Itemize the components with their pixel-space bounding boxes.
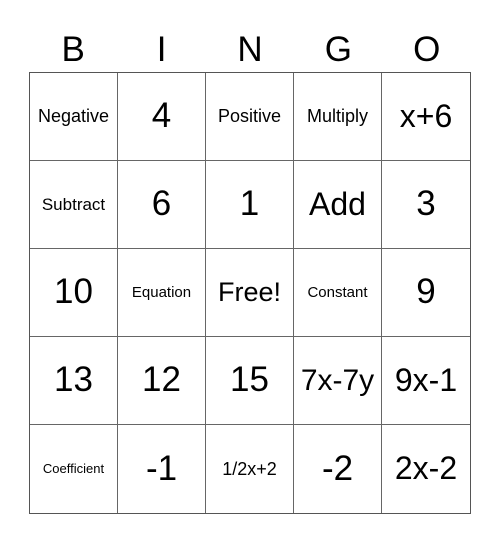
bingo-cell[interactable]: 4	[118, 73, 206, 161]
bingo-cell[interactable]: x+6	[382, 73, 470, 161]
bingo-cell[interactable]: 2x-2	[382, 425, 470, 513]
bingo-cell[interactable]: -2	[294, 425, 382, 513]
bingo-cell[interactable]: Coefficient	[30, 425, 118, 513]
bingo-cell[interactable]: Negative	[30, 73, 118, 161]
bingo-grid: Negative 4 Positive Multiply x+6 Subtrac…	[29, 72, 471, 514]
bingo-header: B I N G O	[29, 28, 471, 72]
bingo-cell[interactable]: -1	[118, 425, 206, 513]
header-letter-n: N	[237, 30, 263, 69]
bingo-cell[interactable]: 13	[30, 337, 118, 425]
bingo-cell-free[interactable]: Free!	[206, 249, 294, 337]
header-letter-g: G	[324, 30, 352, 69]
bingo-cell[interactable]: 15	[206, 337, 294, 425]
bingo-cell[interactable]: 12	[118, 337, 206, 425]
bingo-cell[interactable]: 3	[382, 161, 470, 249]
bingo-cell[interactable]: Equation	[118, 249, 206, 337]
header-letter-i: I	[156, 30, 167, 69]
bingo-cell[interactable]: Multiply	[294, 73, 382, 161]
bingo-cell[interactable]: 10	[30, 249, 118, 337]
bingo-cell[interactable]: 6	[118, 161, 206, 249]
header-letter-o: O	[413, 30, 441, 69]
bingo-cell[interactable]: 9	[382, 249, 470, 337]
bingo-cell[interactable]: 1/2x+2	[206, 425, 294, 513]
bingo-cell[interactable]: Constant	[294, 249, 382, 337]
bingo-cell[interactable]: Subtract	[30, 161, 118, 249]
bingo-cell[interactable]: 1	[206, 161, 294, 249]
bingo-cell[interactable]: 9x-1	[382, 337, 470, 425]
bingo-cell[interactable]: Positive	[206, 73, 294, 161]
bingo-cell[interactable]: 7x-7y	[294, 337, 382, 425]
header-letter-b: B	[61, 30, 85, 69]
bingo-cell[interactable]: Add	[294, 161, 382, 249]
